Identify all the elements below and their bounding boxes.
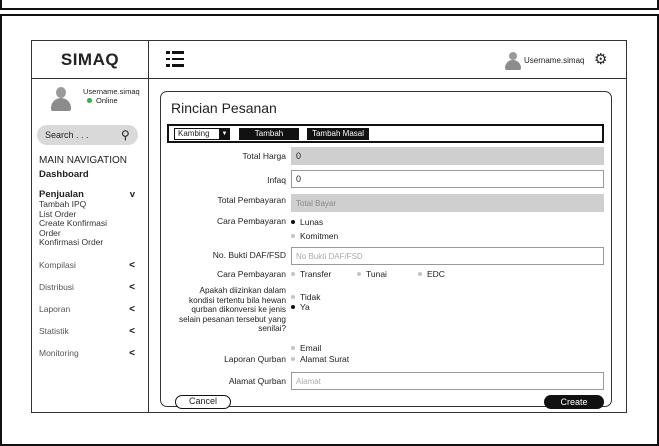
- gear-icon[interactable]: ⚙: [594, 50, 607, 68]
- cara-pembayaran-2-label: Cara Pembayaran: [217, 269, 286, 279]
- alamat-qurban-label: Alamat Qurban: [228, 376, 286, 386]
- search-icon[interactable]: ⚲: [121, 128, 130, 142]
- online-dot-icon: [87, 98, 92, 103]
- chevron-left-icon: <: [129, 259, 135, 271]
- brand-logo[interactable]: SIMAQ: [32, 41, 148, 79]
- sidebar-item-laporan[interactable]: Laporan <: [39, 304, 143, 315]
- radio-unselected-icon: [291, 295, 295, 299]
- sidebar: SIMAQ Username.simaq Online Search . . .…: [32, 41, 149, 412]
- nav-heading: MAIN NAVIGATION: [39, 155, 127, 166]
- infaq-label: Infaq: [267, 175, 286, 185]
- radio-unselected-icon: [291, 272, 295, 276]
- no-bukti-field[interactable]: No Bukti DAF/FSD: [291, 247, 604, 265]
- sidebar-item-distribusi[interactable]: Distribusi <: [39, 282, 143, 293]
- radio-label: Email: [300, 343, 322, 353]
- user-panel: Username.simaq Online: [32, 79, 148, 127]
- outer-top-frame: [0, 0, 659, 10]
- radio-label: Ya: [300, 302, 310, 312]
- radio-alamat-surat[interactable]: Alamat Surat: [291, 354, 349, 364]
- radio-label: Transfer: [300, 269, 332, 279]
- add-bulk-button[interactable]: Tambah Masal: [307, 128, 369, 140]
- radio-selected-icon: [291, 305, 295, 309]
- radio-tidak[interactable]: Tidak: [291, 292, 320, 302]
- sidebar-item-label: Monitoring: [39, 347, 79, 358]
- total-harga-field: 0: [291, 147, 604, 165]
- radio-ya[interactable]: Ya: [291, 302, 310, 312]
- sidebar-subitem-create-konfirmasi-order[interactable]: Create Konfirmasi Order: [39, 218, 119, 238]
- chevron-left-icon: <: [129, 325, 135, 337]
- user-status-label: Online: [96, 96, 118, 105]
- cancel-button[interactable]: Cancel: [175, 395, 231, 409]
- sidebar-item-monitoring[interactable]: Monitoring <: [39, 348, 143, 359]
- sidebar-item-label: Laporan: [39, 303, 71, 314]
- chevron-left-icon: <: [129, 303, 135, 315]
- radio-lunas[interactable]: Lunas: [291, 217, 323, 227]
- user-avatar-icon[interactable]: [505, 52, 521, 70]
- topbar-username[interactable]: Username.simaq: [524, 56, 584, 65]
- total-harga-label: Total Harga: [242, 151, 286, 161]
- cara-pembayaran-label: Cara Pembayaran: [217, 216, 286, 226]
- radio-unselected-icon: [357, 272, 361, 276]
- radio-label: Alamat Surat: [300, 354, 350, 364]
- order-details-panel: Rincian Pesanan Kambing ▼ Tambah Tambah …: [160, 91, 612, 409]
- radio-label: Lunas: [300, 217, 324, 227]
- user-status: Online: [87, 96, 118, 105]
- create-button[interactable]: Create: [544, 395, 604, 409]
- radio-unselected-icon: [291, 346, 295, 350]
- chevron-left-icon: <: [129, 281, 135, 293]
- add-button[interactable]: Tambah: [239, 128, 299, 140]
- radio-komitmen[interactable]: Komitmen: [291, 231, 338, 241]
- sidebar-item-statistik[interactable]: Statistik <: [39, 326, 143, 337]
- sidebar-item-label: Distribusi: [39, 281, 74, 292]
- total-pembayaran-label: Total Pembayaran: [217, 195, 286, 205]
- search-placeholder: Search . . .: [45, 130, 89, 140]
- konversi-question-label: Apakah diizinkan dalam kondisi tertentu …: [179, 286, 286, 333]
- chevron-left-icon: <: [129, 347, 135, 359]
- top-bar: Username.simaq ⚙: [149, 41, 626, 79]
- no-bukti-label: No. Bukti DAF/FSD: [212, 250, 286, 260]
- sidebar-item-label: Kompilasi: [39, 259, 76, 270]
- sidebar-item-dashboard[interactable]: Dashboard: [39, 169, 143, 180]
- alamat-qurban-field[interactable]: Alamat: [291, 372, 604, 390]
- radio-label: EDC: [427, 269, 445, 279]
- sidebar-subitem-konfirmasi-order[interactable]: Konfirmasi Order: [39, 237, 143, 248]
- avatar: [50, 87, 72, 111]
- chevron-down-icon: ▼: [219, 128, 230, 140]
- radio-transfer[interactable]: Transfer: [291, 269, 331, 279]
- radio-email[interactable]: Email: [291, 343, 321, 353]
- radio-label: Komitmen: [300, 231, 339, 241]
- sidebar-item-label: Statistik: [39, 325, 69, 336]
- alamat-qurban-placeholder: Alamat: [296, 377, 321, 386]
- app-window: SIMAQ Username.simaq Online Search . . .…: [31, 40, 627, 413]
- infaq-field[interactable]: 0: [291, 170, 604, 188]
- laporan-qurban-label: Laporan Qurban: [224, 354, 286, 364]
- user-name: Username.simaq: [83, 87, 140, 96]
- total-pembayaran-placeholder: Total Bayar: [296, 199, 337, 208]
- radio-unselected-icon: [418, 272, 422, 276]
- menu-icon[interactable]: [166, 51, 184, 67]
- no-bukti-placeholder: No Bukti DAF/FSD: [296, 252, 363, 261]
- radio-label: Tidak: [300, 292, 321, 302]
- search-input[interactable]: Search . . . ⚲: [37, 125, 138, 145]
- radio-label: Tunai: [366, 269, 387, 279]
- radio-edc[interactable]: EDC: [418, 269, 445, 279]
- radio-unselected-icon: [291, 357, 295, 361]
- sidebar-item-kompilasi[interactable]: Kompilasi <: [39, 260, 143, 271]
- radio-tunai[interactable]: Tunai: [357, 269, 387, 279]
- main-navigation: MAIN NAVIGATION Dashboard Penjualan v Ta…: [39, 155, 143, 359]
- animal-type-value: Kambing: [178, 129, 210, 138]
- total-pembayaran-field: Total Bayar: [291, 194, 604, 212]
- radio-unselected-icon: [291, 234, 295, 238]
- animal-toolbar: Kambing ▼ Tambah Tambah Masal: [167, 124, 604, 143]
- radio-selected-icon: [291, 220, 295, 224]
- page-title: Rincian Pesanan: [171, 100, 277, 116]
- chevron-down-icon: v: [129, 189, 135, 200]
- animal-type-select[interactable]: Kambing ▼: [174, 128, 230, 140]
